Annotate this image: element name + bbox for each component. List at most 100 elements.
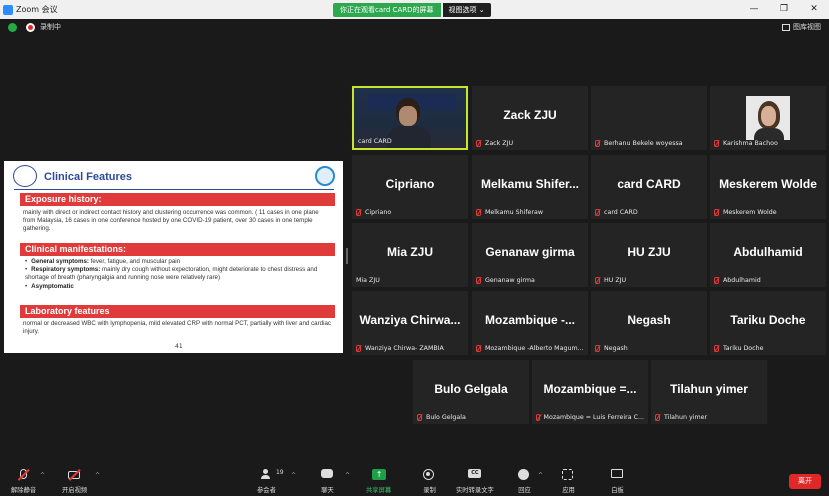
chat-button[interactable]: 聊天 bbox=[321, 469, 334, 494]
cc-icon: CC bbox=[468, 469, 482, 480]
participant-tile[interactable]: Meskerem Wolde Meskerem Wolde bbox=[710, 155, 826, 219]
mic-muted-icon bbox=[476, 140, 481, 147]
participant-name-label: Wanziya Chirwa- ZAMBIA bbox=[356, 345, 464, 352]
meeting-info-bar: 录制中 图库视图 bbox=[0, 19, 829, 35]
view-options-button[interactable]: 视图选项 ⌄ bbox=[442, 3, 491, 17]
participant-label-text: Mozambique = Luis Ferreira C... bbox=[543, 414, 644, 421]
participant-label-text: Mia ZJU bbox=[356, 277, 380, 284]
mic-muted-icon bbox=[356, 209, 361, 216]
reactions-icon bbox=[518, 469, 531, 480]
participant-tile[interactable]: Tariku Doche Tariku Doche bbox=[710, 291, 826, 355]
unmute-button[interactable]: 解除静音 bbox=[11, 469, 36, 494]
apps-icon bbox=[562, 469, 575, 480]
reactions-button[interactable]: 回应 bbox=[518, 469, 531, 494]
reactions-label: 回应 bbox=[518, 487, 531, 494]
minimize-icon[interactable]: — bbox=[739, 0, 769, 19]
section-body-exposure: mainly with direct or indirect contact h… bbox=[23, 209, 319, 233]
video-off-icon bbox=[68, 469, 81, 480]
mic-muted-icon bbox=[595, 345, 600, 352]
window-title: Zoom 会议 bbox=[16, 5, 58, 14]
participant-display-name: Melkamu Shifer... bbox=[480, 177, 580, 191]
participant-tile[interactable]: Mozambique =... Mozambique = Luis Ferreir… bbox=[532, 360, 648, 424]
participant-display-name: Tariku Doche bbox=[730, 313, 806, 327]
participant-tile[interactable]: Zack ZJU Zack ZJU bbox=[472, 86, 588, 150]
participant-label-text: Abdulhamid bbox=[723, 277, 761, 284]
title-bar: Zoom 会议 你正在观看card CARD的屏幕 视图选项 ⌄ — ❐ ✕ bbox=[0, 0, 829, 19]
start-video-button[interactable]: 开启视频 bbox=[62, 469, 87, 494]
participant-label-text: Genanaw girma bbox=[485, 277, 535, 284]
restore-icon[interactable]: ❐ bbox=[769, 0, 799, 19]
mic-muted-icon bbox=[595, 140, 600, 147]
mic-muted-icon bbox=[714, 345, 719, 352]
participant-tile[interactable]: Mia ZJU Mia ZJU bbox=[352, 223, 468, 287]
window-controls: — ❐ ✕ bbox=[739, 0, 829, 19]
audio-options-caret-icon[interactable]: ^ bbox=[40, 472, 45, 479]
share-screen-icon: ↑ bbox=[372, 469, 387, 480]
university-logo bbox=[13, 165, 37, 187]
split-resize-handle[interactable] bbox=[346, 248, 348, 264]
whiteboard-label: 白板 bbox=[611, 487, 624, 494]
mic-muted-icon bbox=[595, 209, 600, 216]
participants-label: 参会者 bbox=[257, 487, 276, 494]
participant-tile[interactable]: Genanaw girma Genanaw girma bbox=[472, 223, 588, 287]
video-options-caret-icon[interactable]: ^ bbox=[95, 472, 100, 479]
participant-display-name: Genanaw girma bbox=[485, 245, 575, 259]
live-transcript-label: 实时转录文字 bbox=[456, 487, 494, 494]
participant-display-name: HU ZJU bbox=[627, 245, 671, 259]
participant-tile[interactable]: Mozambique -... Mozambique -Alberto Magum… bbox=[472, 291, 588, 355]
bullet-item: General symptoms: fever, fatigue, and mu… bbox=[25, 258, 331, 266]
participant-label-text: Cipriano bbox=[365, 209, 392, 216]
chat-caret-icon[interactable]: ^ bbox=[345, 472, 350, 479]
participant-label-text: Karishma Bachoo bbox=[723, 140, 778, 147]
live-transcript-button[interactable]: CC 实时转录文字 bbox=[456, 469, 494, 494]
view-toggle-label: 图库视图 bbox=[793, 23, 821, 31]
participants-button[interactable]: 19 参会者 bbox=[257, 469, 284, 494]
participant-name-label: Zack ZJU bbox=[476, 140, 584, 147]
video-person-face bbox=[399, 106, 417, 126]
record-button[interactable]: 录制 bbox=[423, 469, 436, 494]
participant-display-name: Abdulhamid bbox=[733, 245, 803, 259]
participant-tile[interactable]: Negash Negash bbox=[591, 291, 707, 355]
participant-tile[interactable]: card CARD bbox=[352, 86, 468, 150]
mic-muted-icon bbox=[476, 209, 481, 216]
leave-button[interactable]: 离开 bbox=[789, 474, 821, 489]
participants-caret-icon[interactable]: ^ bbox=[291, 472, 296, 479]
participant-tile[interactable]: Karishma Bachoo bbox=[710, 86, 826, 150]
bullet-text: fever, fatigue, and muscular pain bbox=[88, 258, 181, 265]
participant-tile[interactable]: Tilahun yimer Tilahun yimer bbox=[651, 360, 767, 424]
participant-tile[interactable]: Abdulhamid Abdulhamid bbox=[710, 223, 826, 287]
start-video-label: 开启视频 bbox=[62, 487, 88, 494]
apps-button[interactable]: 应用 bbox=[562, 469, 575, 494]
participant-tile[interactable]: card CARD card CARD bbox=[591, 155, 707, 219]
zoom-meeting-window: Zoom 会议 你正在观看card CARD的屏幕 视图选项 ⌄ — ❐ ✕ 录… bbox=[0, 0, 829, 496]
participant-tile[interactable]: Berhanu Bekele woyessa bbox=[591, 86, 707, 150]
participant-tile[interactable]: Bulo Gelgala Bulo Gelgala bbox=[413, 360, 529, 424]
mic-muted-icon bbox=[714, 277, 719, 284]
meeting-toolbar: 解除静音 ^ 开启视频 ^ 19 参会者 ^ 聊天 ^ ↑ 共享屏幕 录制 CC… bbox=[0, 466, 829, 496]
participant-display-name: Zack ZJU bbox=[503, 108, 557, 122]
share-screen-button[interactable]: ↑ 共享屏幕 bbox=[366, 469, 391, 494]
reactions-caret-icon[interactable]: ^ bbox=[538, 472, 543, 479]
participant-name-label: Abdulhamid bbox=[714, 277, 822, 284]
participant-name-label: HU ZJU bbox=[595, 277, 703, 284]
participant-tile[interactable]: HU ZJU HU ZJU bbox=[591, 223, 707, 287]
participant-tile[interactable]: Cipriano Cipriano bbox=[352, 155, 468, 219]
bullet-bold: Respiratory symptoms: bbox=[31, 266, 101, 274]
participant-tile[interactable]: Melkamu Shifer... Melkamu Shiferaw bbox=[472, 155, 588, 219]
close-icon[interactable]: ✕ bbox=[799, 0, 829, 19]
recording-icon[interactable] bbox=[26, 22, 35, 32]
section-header-laboratory: Laboratory features bbox=[20, 305, 335, 318]
participant-display-name: Wanziya Chirwa... bbox=[359, 313, 461, 327]
mic-muted-icon bbox=[714, 140, 719, 147]
view-toggle-button[interactable]: 图库视图 bbox=[782, 22, 821, 32]
record-label: 录制 bbox=[423, 487, 436, 494]
mic-muted-icon bbox=[714, 209, 719, 216]
participant-label-text: Meskerem Wolde bbox=[723, 209, 777, 216]
cc-icon-label: CC bbox=[468, 469, 482, 478]
security-shield-icon[interactable] bbox=[8, 22, 17, 32]
participant-tile[interactable]: Wanziya Chirwa... Wanziya Chirwa- ZAMBIA bbox=[352, 291, 468, 355]
participant-name-label: Mozambique -Alberto Magum... bbox=[476, 345, 584, 352]
chat-label: 聊天 bbox=[321, 487, 334, 494]
participant-label-text: Mozambique -Alberto Magum... bbox=[485, 345, 584, 352]
whiteboard-button[interactable]: 白板 bbox=[611, 469, 624, 494]
